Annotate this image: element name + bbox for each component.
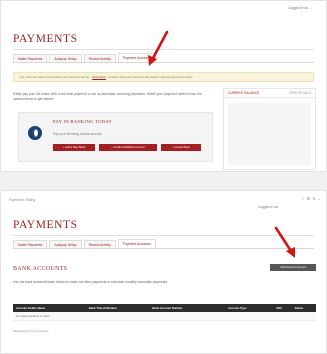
red-arrow-annotation xyxy=(274,226,295,258)
panel-separator xyxy=(0,172,327,190)
payments-panel-bottom: Payments / Billing / ⚙ ℹ – Logged in as … xyxy=(0,190,327,354)
arrow-shaft xyxy=(150,30,169,62)
red-arrow-annotation xyxy=(148,30,169,66)
arrow-shaft xyxy=(274,226,293,253)
payments-panel-top: Logged in as ... PAYMENTS Make Payments … xyxy=(0,0,327,172)
